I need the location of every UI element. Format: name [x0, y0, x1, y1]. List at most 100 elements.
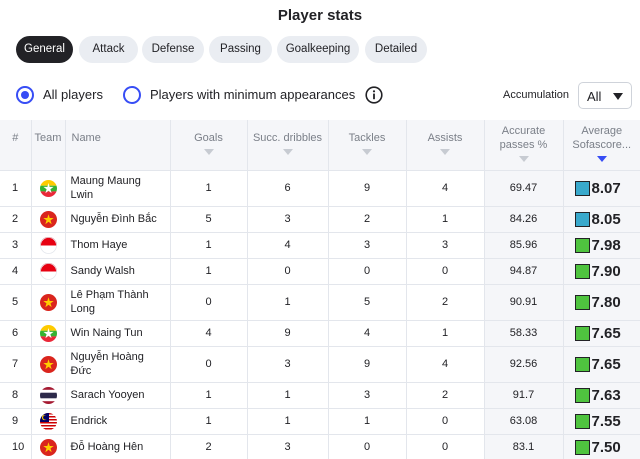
tackles-cell: 0: [328, 258, 407, 284]
min-appearances-radio[interactable]: [123, 86, 141, 104]
assists-cell: 0: [406, 434, 485, 459]
malaysia-flag-icon[interactable]: [39, 412, 57, 430]
tab-passing[interactable]: Passing: [209, 36, 272, 63]
vietnam-flag-icon[interactable]: [39, 293, 57, 311]
column-header-rating-label: Average Sofascore...: [572, 125, 632, 151]
player-name-cell: Nguyễn Đình Bắc: [65, 206, 171, 232]
team-cell: [31, 434, 66, 459]
goals-cell: 5: [170, 206, 248, 232]
rating-value: 7.98: [591, 236, 621, 254]
rating-value: 8.07: [591, 179, 621, 197]
table-row[interactable]: 3 Thom Haye 1 4 3 3 85.96 7.98: [0, 232, 640, 258]
column-header-accurate-passes-label: Accurate passes %: [499, 125, 548, 151]
column-header-goals[interactable]: Goals: [170, 120, 248, 170]
accurate-passes-cell: 85.96: [484, 232, 564, 258]
dribbles-cell: 3: [247, 434, 329, 459]
column-header-assists[interactable]: Assists: [406, 120, 485, 170]
table-row[interactable]: 4 Sandy Walsh 1 0 0 0 94.87 7.90: [0, 258, 640, 284]
assists-cell: 0: [406, 258, 485, 284]
rating-color-box: [574, 180, 590, 196]
column-header-assists-label: Assists: [427, 132, 463, 144]
player-name-line[interactable]: Endrick: [71, 414, 170, 428]
player-name-line[interactable]: Win Naing Tun: [71, 326, 170, 340]
team-cell: [31, 170, 66, 206]
column-header-rating[interactable]: Average Sofascore...: [563, 120, 640, 170]
tackles-cell: 3: [328, 382, 407, 408]
table-row[interactable]: 10 Đỗ Hoàng Hên 2 3 0 0 83.1 7.50: [0, 434, 640, 459]
player-name-line[interactable]: Thom Haye: [71, 238, 170, 252]
chevron-down-icon: [613, 93, 623, 100]
team-cell: [31, 382, 66, 408]
tab-detailed[interactable]: Detailed: [365, 36, 427, 63]
column-header-name: Name: [65, 120, 171, 170]
rating-color-box: [574, 413, 590, 429]
tab-general[interactable]: General: [16, 36, 73, 63]
column-header-dribbles[interactable]: Succ. dribbles: [247, 120, 329, 170]
assists-cell: 1: [406, 206, 485, 232]
team-cell: [31, 408, 66, 434]
player-name-line[interactable]: Đỗ Hoàng Hên: [71, 440, 170, 454]
accurate-passes-cell: 90.91: [484, 284, 564, 320]
vietnam-flag-icon[interactable]: [39, 438, 57, 456]
dribbles-cell: 6: [247, 170, 329, 206]
table-row[interactable]: 1 Maung Maung Lwin 1 6 9 4 69.47 8.07: [0, 170, 640, 206]
rank-cell: 1: [0, 170, 32, 206]
info-icon[interactable]: [365, 86, 383, 104]
vietnam-flag-icon[interactable]: [39, 355, 57, 373]
accumulation-select[interactable]: All: [578, 82, 632, 109]
team-cell: [31, 232, 66, 258]
column-header-rank: #: [0, 120, 32, 170]
sort-arrow-icon: [282, 149, 293, 155]
indonesia-flag-icon[interactable]: [39, 262, 57, 280]
rating-color-box: [574, 439, 590, 455]
player-name-line[interactable]: Nguyễn Đình Bắc: [71, 212, 170, 226]
team-cell: [31, 320, 66, 346]
assists-cell: 2: [406, 382, 485, 408]
assists-cell: 4: [406, 170, 485, 206]
table-row[interactable]: 2 Nguyễn Đình Bắc 5 3 2 1 84.26 8.05: [0, 206, 640, 232]
column-header-accurate-passes[interactable]: Accurate passes %: [484, 120, 564, 170]
tackles-cell: 5: [328, 284, 407, 320]
table-row[interactable]: 6 Win Naing Tun 4 9 4 1 58.33 7.65: [0, 320, 640, 346]
table-row[interactable]: 8 Sarach Yooyen 1 1 3 2 91.7 7.63: [0, 382, 640, 408]
tab-defense[interactable]: Defense: [142, 36, 204, 63]
myanmar-flag-icon[interactable]: [39, 324, 57, 342]
sort-arrow-icon: [203, 149, 214, 155]
tackles-cell: 3: [328, 232, 407, 258]
rating-cell: 7.98: [563, 232, 640, 258]
column-header-tackles[interactable]: Tackles: [328, 120, 407, 170]
thailand-flag-icon[interactable]: [39, 386, 57, 404]
tab-goalkeeping[interactable]: Goalkeeping: [277, 36, 359, 63]
player-name-line[interactable]: Sandy Walsh: [71, 264, 170, 278]
player-name-line[interactable]: Maung Maung: [71, 174, 170, 188]
all-players-radio[interactable]: [16, 86, 34, 104]
rank-cell: 4: [0, 258, 32, 284]
tab-attack[interactable]: Attack: [79, 36, 138, 63]
tackles-cell: 2: [328, 206, 407, 232]
player-name-line[interactable]: Long: [71, 302, 170, 316]
player-name-line[interactable]: Sarach Yooyen: [71, 388, 170, 402]
myanmar-flag-icon[interactable]: [39, 179, 57, 197]
rating-cell: 7.65: [563, 346, 640, 382]
player-name-line[interactable]: Lwin: [71, 188, 170, 202]
indonesia-flag-icon[interactable]: [39, 236, 57, 254]
rank-cell: 2: [0, 206, 32, 232]
table-row[interactable]: 7 Nguyễn Hoàng Đức 0 3 9 4 92.56 7.65: [0, 346, 640, 382]
vietnam-flag-icon[interactable]: [39, 210, 57, 228]
rating-cell: 7.50: [563, 434, 640, 459]
player-name-line[interactable]: Lê Phạm Thành: [71, 288, 170, 302]
table-row[interactable]: 5 Lê Phạm Thành Long 0 1 5 2 90.91 7.80: [0, 284, 640, 320]
player-name-line[interactable]: Đức: [71, 364, 170, 378]
player-name-cell: Maung Maung Lwin: [65, 170, 171, 206]
all-players-label[interactable]: All players: [43, 87, 103, 102]
accurate-passes-cell: 84.26: [484, 206, 564, 232]
table-row[interactable]: 9 Endrick 1 1 1 0 63.08 7.55: [0, 408, 640, 434]
assists-cell: 1: [406, 320, 485, 346]
rank-cell: 7: [0, 346, 32, 382]
rating-cell: 7.55: [563, 408, 640, 434]
dribbles-cell: 3: [247, 346, 329, 382]
player-name-line[interactable]: Nguyễn Hoàng: [71, 350, 170, 364]
min-appearances-label[interactable]: Players with minimum appearances: [150, 87, 355, 102]
goals-cell: 2: [170, 434, 248, 459]
rating-value: 7.65: [591, 324, 621, 342]
